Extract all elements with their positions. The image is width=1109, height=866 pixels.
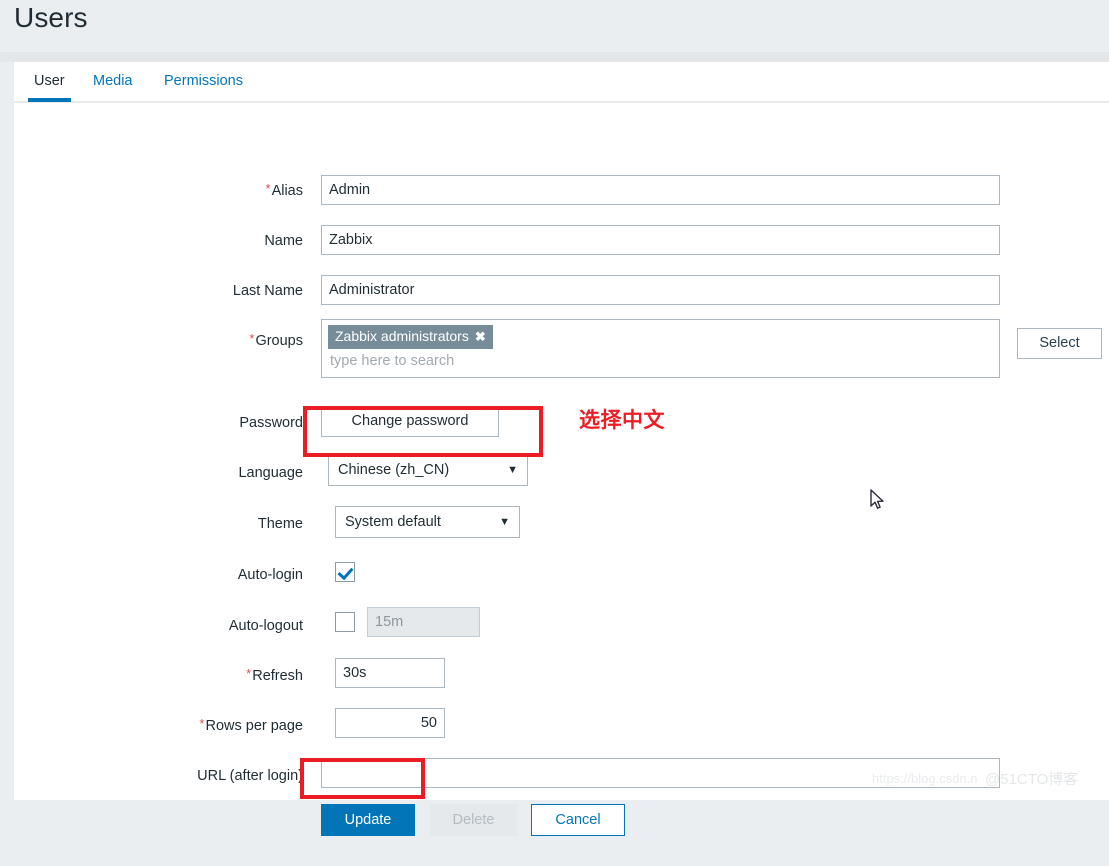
row-alias: *Alias xyxy=(14,175,1109,231)
required-marker-refresh: * xyxy=(246,666,252,681)
auto-logout-checkbox[interactable] xyxy=(335,612,355,632)
auto-logout-input xyxy=(367,607,480,637)
label-name: Name xyxy=(264,233,303,249)
row-auto-login: Auto-login xyxy=(14,562,1109,615)
label-auto-login: Auto-login xyxy=(237,567,303,583)
select-groups-button[interactable]: Select xyxy=(1017,328,1102,359)
label-language: Language xyxy=(238,465,303,481)
name-input[interactable] xyxy=(321,225,1000,255)
tab-permissions[interactable]: Permissions xyxy=(164,73,243,89)
chevron-down-icon: ▼ xyxy=(499,516,510,528)
tab-media[interactable]: Media xyxy=(93,73,133,89)
auto-login-checkbox[interactable] xyxy=(335,562,355,582)
cancel-button[interactable]: Cancel xyxy=(531,804,625,836)
page-header: Users xyxy=(0,0,1109,52)
label-alias: *Alias xyxy=(265,181,304,199)
form-actions: Update Delete Cancel xyxy=(14,804,1109,866)
page-title: Users xyxy=(14,2,88,33)
groups-multiselect[interactable]: Zabbix administrators ✖ type here to sear… xyxy=(321,319,1000,378)
alias-input[interactable] xyxy=(321,175,1000,205)
delete-button: Delete xyxy=(430,804,517,836)
label-auto-logout: Auto-logout xyxy=(228,618,303,634)
label-url-after-login: URL (after login) xyxy=(197,768,303,784)
url-after-login-input[interactable] xyxy=(321,758,1000,788)
required-marker-alias: * xyxy=(265,181,271,196)
change-password-button[interactable]: Change password xyxy=(321,406,499,437)
theme-select[interactable]: System default ▼ xyxy=(335,506,520,538)
label-rows-per-page: *Rows per page xyxy=(199,716,303,734)
chevron-down-icon: ▼ xyxy=(507,464,518,476)
last-name-input[interactable] xyxy=(321,275,1000,305)
row-refresh: *Refresh xyxy=(14,658,1109,716)
theme-select-value: System default xyxy=(345,514,441,530)
required-marker-rows-per-page: * xyxy=(199,716,205,731)
label-refresh: *Refresh xyxy=(246,666,303,684)
group-chip-label: Zabbix administrators xyxy=(335,328,469,344)
label-last-name: Last Name xyxy=(232,283,303,299)
user-form-card: User Media Permissions *Alias Name Last … xyxy=(14,62,1109,836)
label-groups: *Groups xyxy=(249,331,303,349)
label-password: Password xyxy=(239,415,303,431)
tab-bar: User Media Permissions xyxy=(14,62,1109,103)
header-divider xyxy=(0,52,1109,62)
required-marker-groups: * xyxy=(249,331,255,346)
row-groups: *Groups Zabbix administrators ✖ type here… xyxy=(14,319,1109,401)
language-select-value: Chinese (zh_CN) xyxy=(338,462,450,478)
language-select[interactable]: Chinese (zh_CN) ▼ xyxy=(328,454,528,486)
tab-user[interactable]: User xyxy=(28,73,71,102)
row-password: Password Change password xyxy=(14,406,1109,463)
close-icon[interactable]: ✖ xyxy=(475,326,486,347)
refresh-input[interactable] xyxy=(335,658,445,688)
row-theme: Theme System default ▼ xyxy=(14,506,1109,564)
label-theme: Theme xyxy=(257,516,303,532)
update-button[interactable]: Update xyxy=(321,804,415,836)
group-chip: Zabbix administrators ✖ xyxy=(328,325,493,349)
rows-per-page-input[interactable] xyxy=(335,708,445,738)
row-language: Language Chinese (zh_CN) ▼ xyxy=(14,454,1109,513)
row-auto-logout: Auto-logout xyxy=(14,607,1109,666)
groups-search-placeholder[interactable]: type here to search xyxy=(328,353,993,369)
row-name: Name xyxy=(14,225,1109,281)
